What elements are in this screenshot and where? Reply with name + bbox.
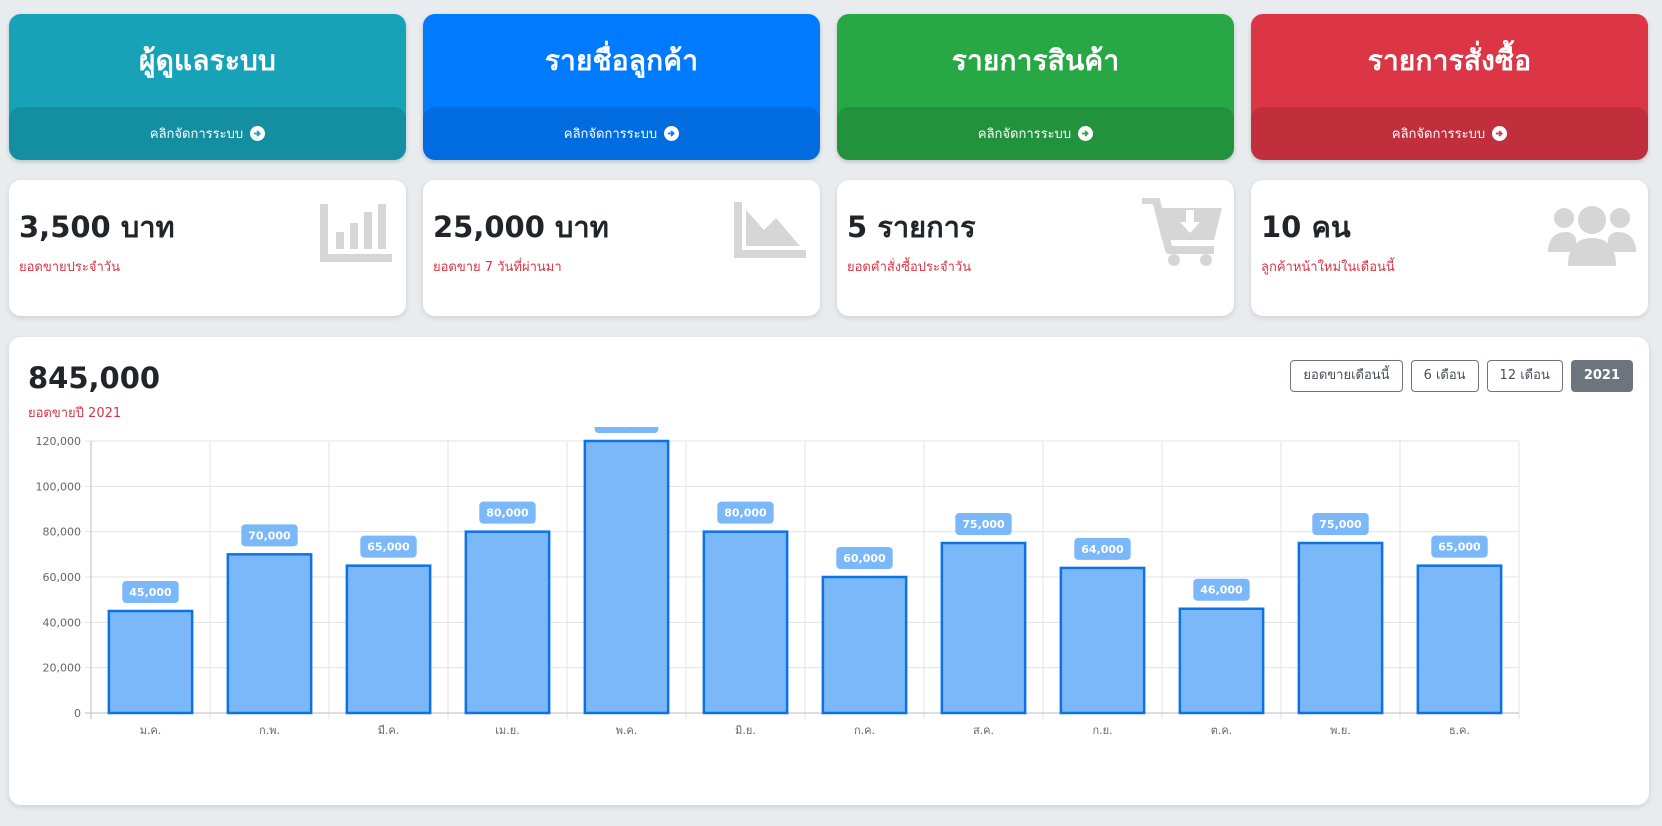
x-tick-label: ม.ค. bbox=[140, 724, 162, 737]
period-button-12-months[interactable]: 12 เดือน bbox=[1486, 360, 1563, 392]
y-tick-label: 40,000 bbox=[43, 616, 82, 629]
users-icon bbox=[1548, 206, 1636, 266]
period-button-this-month[interactable]: ยอดขายเดือนนี้ bbox=[1290, 360, 1403, 392]
bar bbox=[464, 530, 551, 715]
nav-card-customers-link[interactable]: คลิกจัดการระบบ bbox=[423, 107, 820, 160]
arrow-right-circle-icon bbox=[664, 126, 680, 141]
data-label: 75,000 bbox=[1319, 518, 1362, 531]
nav-card-customers[interactable]: รายชื่อลูกค้า คลิกจัดการระบบ bbox=[423, 14, 820, 160]
bar bbox=[1059, 566, 1146, 715]
y-tick-label: 100,000 bbox=[36, 480, 82, 493]
nav-card-orders[interactable]: รายการสั่งซื้อ คลิกจัดการระบบ bbox=[1251, 14, 1648, 160]
stat-label: ยอดขาย 7 วันที่ผ่านมา bbox=[433, 260, 562, 275]
period-button-2021[interactable]: 2021 bbox=[1570, 360, 1633, 392]
data-label: 65,000 bbox=[367, 541, 410, 554]
bar bbox=[1297, 541, 1384, 715]
x-tick-label: ก.ย. bbox=[1092, 724, 1112, 737]
stat-label: ลูกค้าหน้าใหม่ในเดือนนี้ bbox=[1261, 260, 1395, 275]
sales-chart-card: 845,000 ยอดขายปี 2021 ยอดขายเดือนนี้ 6 เ… bbox=[9, 337, 1649, 805]
nav-card-products-link[interactable]: คลิกจัดการระบบ bbox=[837, 107, 1234, 160]
data-label: 75,000 bbox=[962, 518, 1005, 531]
data-label: 45,000 bbox=[129, 586, 172, 599]
stat-value: 25,000 บาท bbox=[433, 210, 609, 244]
arrow-right-circle-icon bbox=[250, 126, 266, 141]
nav-card-orders-title: รายการสั่งซื้อ bbox=[1367, 43, 1532, 77]
x-tick-label: พ.ค. bbox=[616, 724, 638, 737]
nav-card-products-title: รายการสินค้า bbox=[951, 43, 1120, 77]
nav-card-admin[interactable]: ผู้ดูแลระบบ คลิกจัดการระบบ bbox=[9, 14, 406, 160]
y-tick-label: 0 bbox=[74, 707, 81, 720]
x-tick-label: ก.พ. bbox=[259, 724, 280, 737]
stat-card-new-customers: 10 คน ลูกค้าหน้าใหม่ในเดือนนี้ bbox=[1251, 180, 1648, 316]
data-label: 70,000 bbox=[248, 529, 291, 542]
stat-value: 5 รายการ bbox=[847, 210, 976, 244]
bar-chart-icon bbox=[320, 204, 392, 262]
arrow-right-circle-icon bbox=[1492, 126, 1508, 141]
nav-card-admin-title: ผู้ดูแลระบบ bbox=[138, 43, 277, 77]
bar bbox=[345, 564, 432, 715]
stat-label: ยอดขายประจำวัน bbox=[19, 260, 120, 275]
bar bbox=[583, 439, 670, 715]
x-tick-label: ธ.ค. bbox=[1449, 724, 1470, 737]
bar bbox=[1178, 607, 1265, 715]
data-label: 64,000 bbox=[1081, 543, 1124, 556]
cart-download-icon bbox=[1142, 198, 1222, 266]
nav-card-products[interactable]: รายการสินค้า คลิกจัดการระบบ bbox=[837, 14, 1234, 160]
data-label: 120,000 bbox=[601, 427, 651, 429]
nav-card-customers-link-label: คลิกจัดการระบบ bbox=[563, 127, 658, 142]
y-tick-label: 20,000 bbox=[43, 662, 82, 675]
data-label: 60,000 bbox=[843, 552, 886, 565]
period-button-6-months[interactable]: 6 เดือน bbox=[1410, 360, 1479, 392]
area-chart-icon bbox=[734, 202, 806, 258]
stat-card-daily-orders: 5 รายการ ยอดคำสั่งซื้อประจำวัน bbox=[837, 180, 1234, 316]
bar bbox=[940, 541, 1027, 715]
bar bbox=[821, 575, 908, 715]
nav-card-admin-link[interactable]: คลิกจัดการระบบ bbox=[9, 107, 406, 160]
sales-total-label: ยอดขายปี 2021 bbox=[28, 406, 122, 421]
stat-value: 3,500 บาท bbox=[19, 210, 175, 244]
stat-card-daily-sales: 3,500 บาท ยอดขายประจำวัน bbox=[9, 180, 406, 316]
x-tick-label: ส.ค. bbox=[973, 724, 994, 737]
y-tick-label: 120,000 bbox=[36, 435, 82, 448]
y-tick-label: 60,000 bbox=[43, 571, 82, 584]
x-tick-label: ต.ค. bbox=[1211, 724, 1233, 737]
arrow-right-circle-icon bbox=[1078, 126, 1094, 141]
x-tick-label: เม.ย. bbox=[495, 724, 519, 737]
data-label: 65,000 bbox=[1438, 541, 1481, 554]
y-tick-label: 80,000 bbox=[43, 526, 82, 539]
bar bbox=[1416, 564, 1503, 715]
sales-total: 845,000 bbox=[28, 361, 161, 395]
x-tick-label: มี.ค. bbox=[378, 724, 400, 737]
bar bbox=[702, 530, 789, 715]
nav-card-products-link-label: คลิกจัดการระบบ bbox=[977, 127, 1072, 142]
data-label: 80,000 bbox=[724, 507, 767, 520]
period-button-group: ยอดขายเดือนนี้ 6 เดือน 12 เดือน 2021 bbox=[1290, 360, 1633, 392]
data-label: 46,000 bbox=[1200, 584, 1243, 597]
data-label: 80,000 bbox=[486, 507, 529, 520]
bar bbox=[107, 609, 194, 715]
stat-label: ยอดคำสั่งซื้อประจำวัน bbox=[847, 260, 972, 275]
x-tick-label: ก.ค. bbox=[854, 724, 875, 737]
nav-card-orders-link[interactable]: คลิกจัดการระบบ bbox=[1251, 107, 1648, 160]
bar bbox=[226, 553, 313, 715]
stat-card-weekly-sales: 25,000 บาท ยอดขาย 7 วันที่ผ่านมา bbox=[423, 180, 820, 316]
x-tick-label: พ.ย. bbox=[1330, 724, 1351, 737]
nav-card-orders-link-label: คลิกจัดการระบบ bbox=[1391, 127, 1486, 142]
x-tick-label: มิ.ย. bbox=[735, 724, 756, 737]
stat-value: 10 คน bbox=[1261, 210, 1351, 244]
sales-bar-chart: 0 20,000 40,000 60,000 80,000 100,000 120,000 4… bbox=[36, 427, 1520, 737]
nav-card-customers-title: รายชื่อลูกค้า bbox=[544, 43, 699, 77]
nav-card-admin-link-label: คลิกจัดการระบบ bbox=[149, 127, 244, 142]
